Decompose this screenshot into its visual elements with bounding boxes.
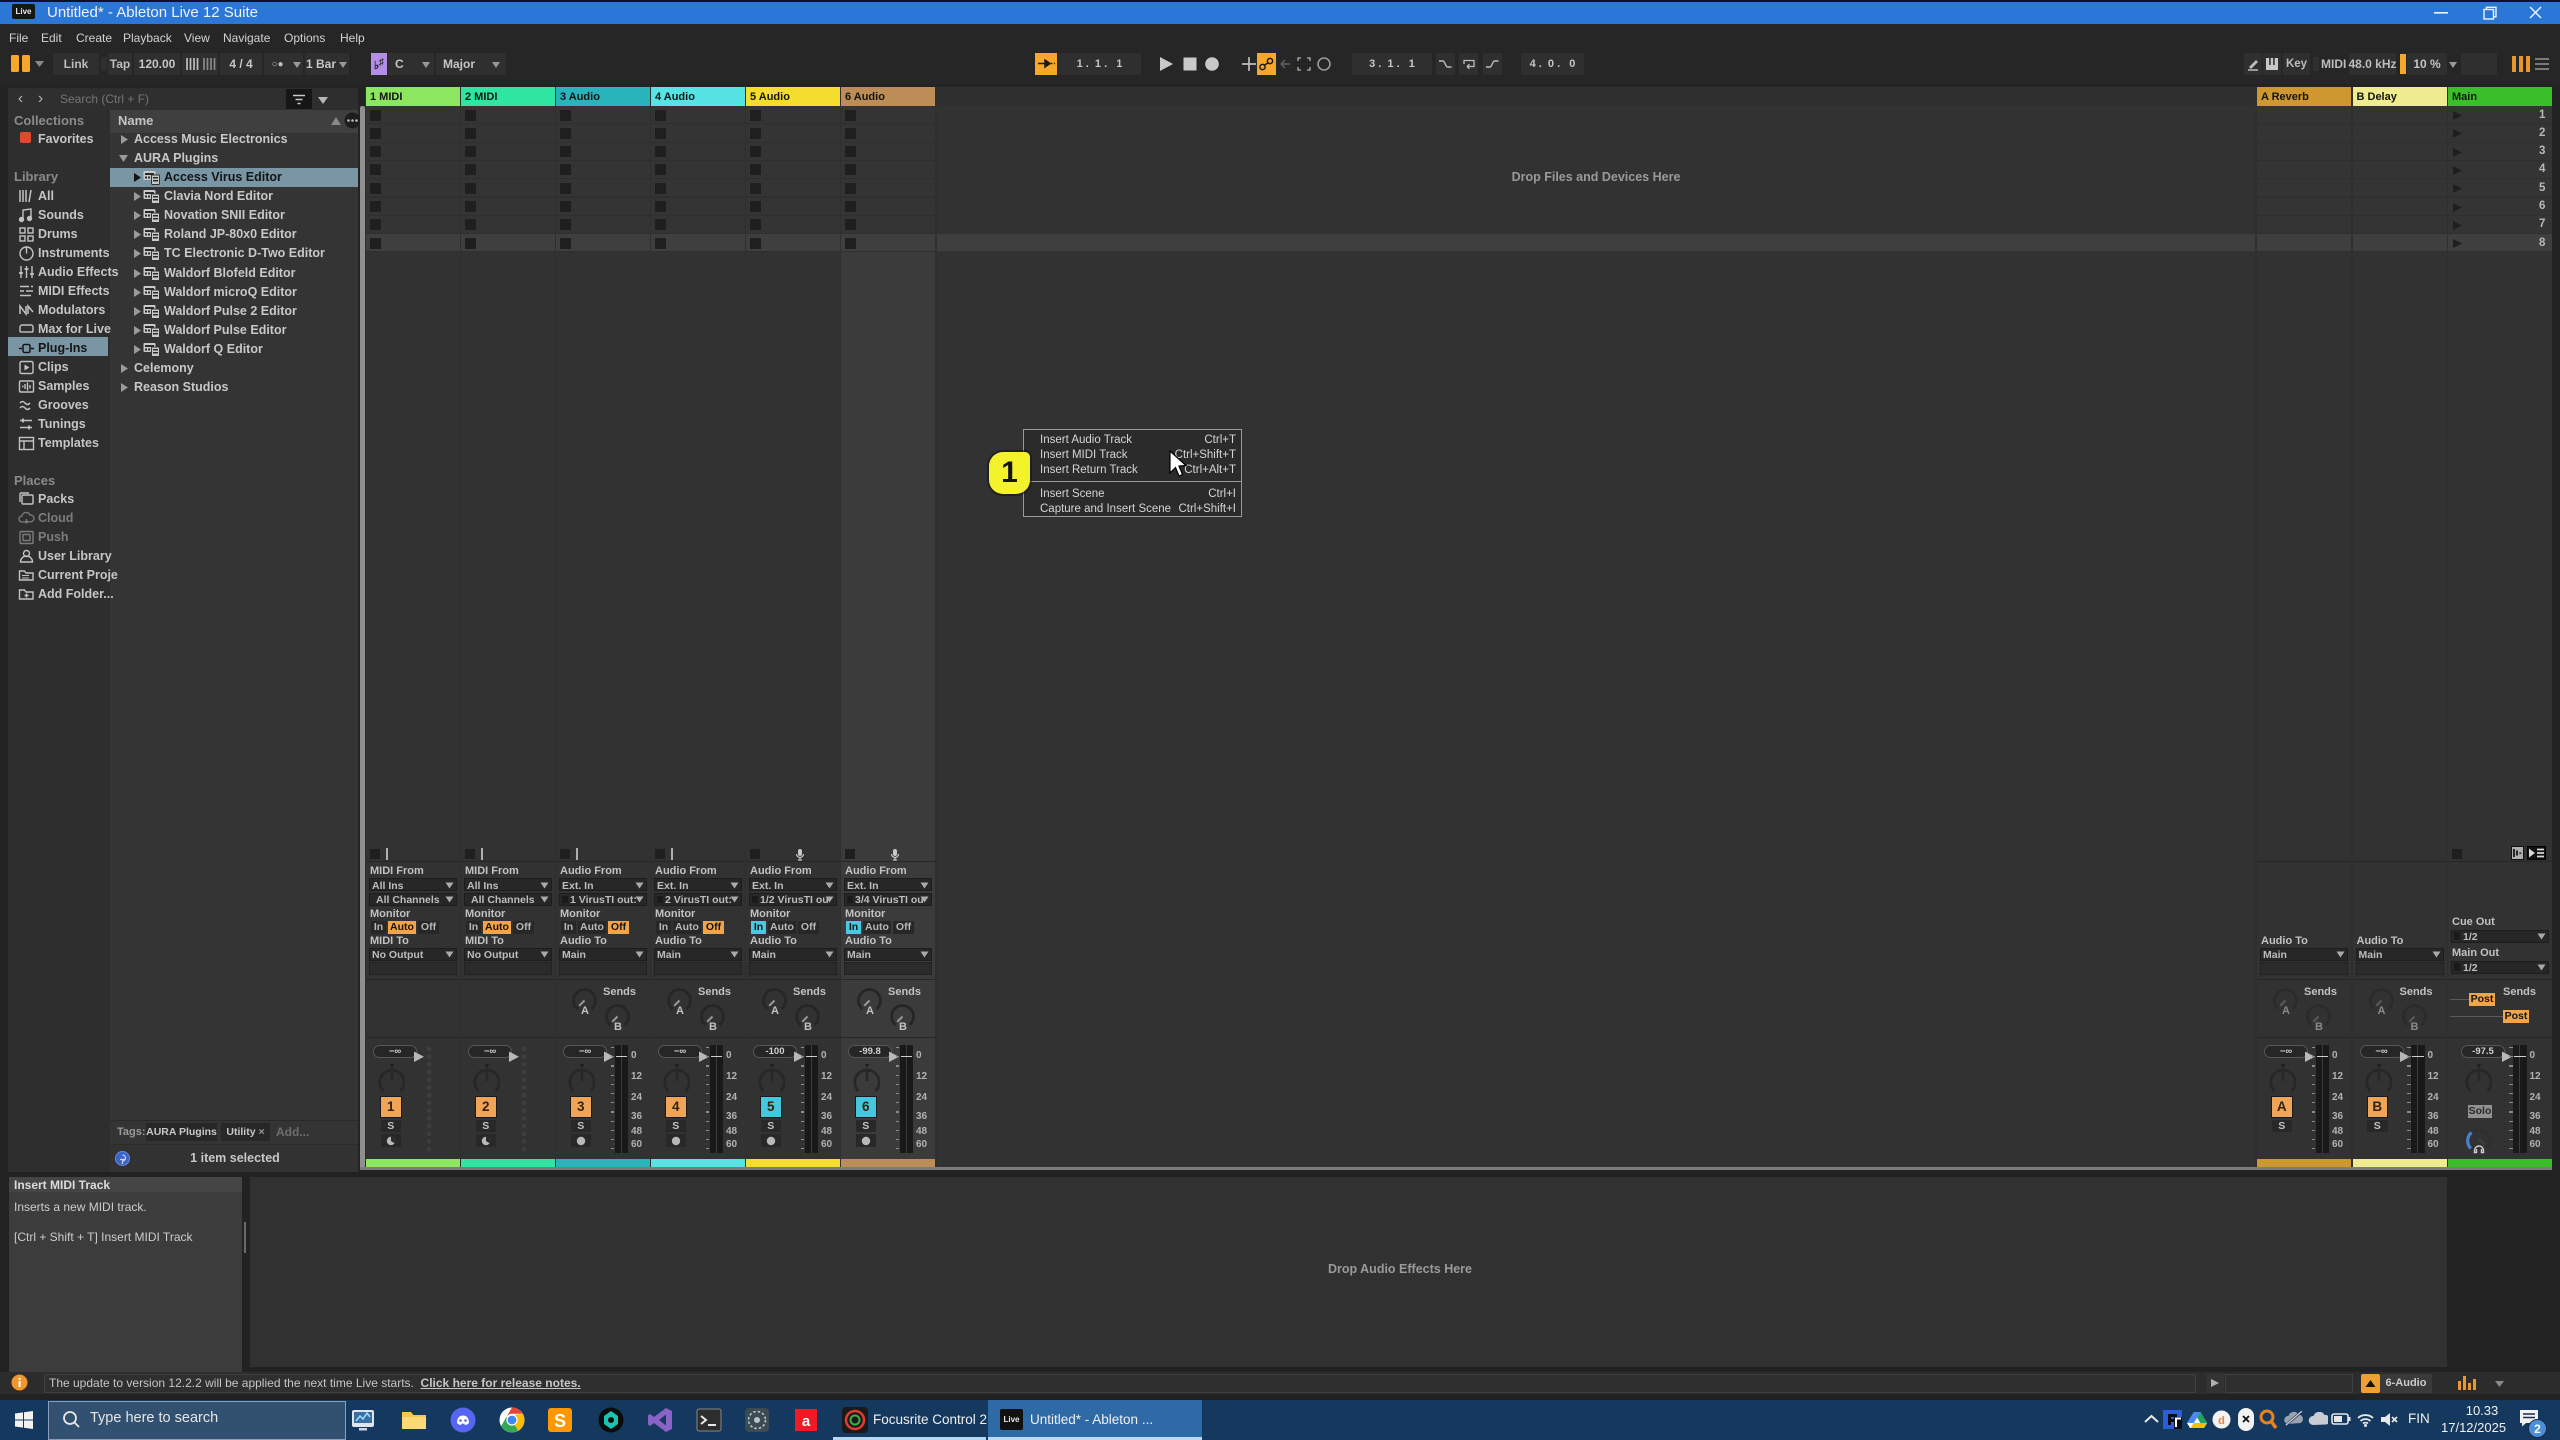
svg-text:2: 2	[2534, 1422, 2541, 1436]
svg-text:d: d	[2218, 1415, 2225, 1427]
svg-text:S: S	[554, 1411, 566, 1431]
svg-text:♯: ♯	[379, 57, 384, 68]
svg-text:a: a	[802, 1413, 811, 1430]
